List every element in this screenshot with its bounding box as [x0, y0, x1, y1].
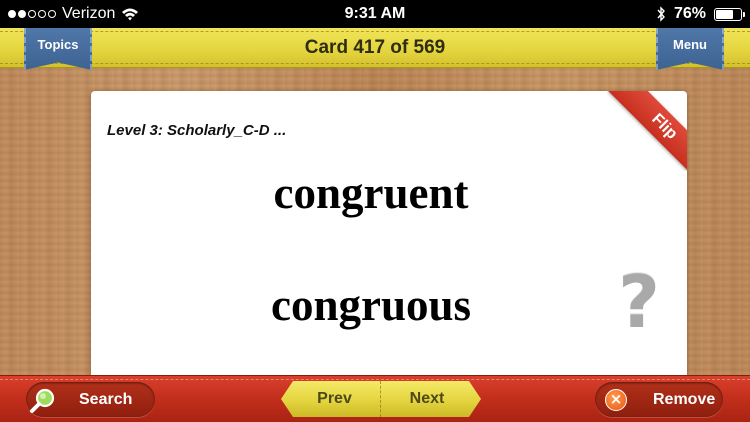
flip-button[interactable]: Flip: [607, 91, 687, 171]
prev-button[interactable]: Prev: [281, 381, 381, 417]
search-icon: [30, 388, 55, 413]
battery-level: [716, 9, 733, 19]
remove-button[interactable]: × Remove: [595, 382, 723, 417]
flashcard[interactable]: Level 3: Scholarly_C-D ... congruent con…: [91, 91, 687, 381]
battery-percent: 76%: [673, 5, 706, 22]
card-topic: Level 3: Scholarly_C-D ...: [107, 122, 287, 139]
battery-icon: [714, 7, 745, 21]
pager: Prev Next: [281, 381, 481, 417]
top-bar: Card 417 of 569: [0, 28, 750, 68]
flip-label: Flip: [608, 91, 687, 171]
term-primary: congruent: [273, 168, 469, 218]
bottom-toolbar: Search Prev Next × Remove: [0, 375, 750, 422]
bluetooth-icon: [657, 6, 665, 22]
question-icon[interactable]: ?: [615, 266, 663, 338]
page-title: Card 417 of 569: [304, 37, 446, 58]
next-button[interactable]: Next: [381, 381, 481, 417]
status-right: 76%: [656, 5, 745, 23]
remove-label: Remove: [653, 390, 716, 408]
status-bar: Verizon 9:31 AM 76%: [0, 0, 750, 28]
term-secondary: congruous: [270, 280, 472, 330]
close-icon: ×: [605, 388, 627, 411]
search-button[interactable]: Search: [26, 382, 155, 417]
search-label: Search: [79, 390, 133, 408]
status-time: 9:31 AM: [344, 5, 406, 22]
